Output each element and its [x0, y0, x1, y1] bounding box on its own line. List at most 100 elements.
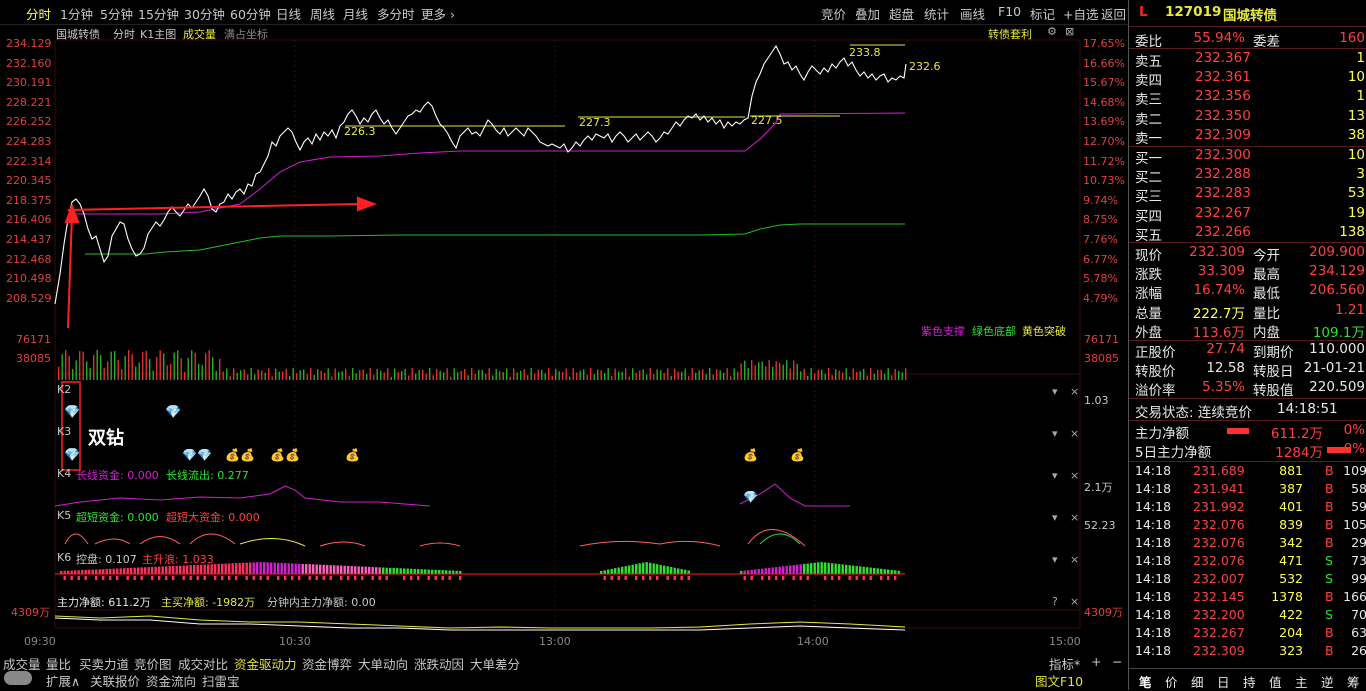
detail-tab[interactable]: 细	[1191, 672, 1204, 691]
k6-label[interactable]: K6	[57, 551, 71, 564]
stat-value: 222.7万	[1192, 305, 1245, 322]
k6-bar	[417, 569, 420, 574]
volume-bar	[828, 368, 830, 380]
volume-bar	[873, 373, 875, 380]
k6-bar	[235, 576, 238, 580]
period-tab-more[interactable]: 更多 ›	[421, 4, 455, 23]
stat-value: 16.74%	[1193, 282, 1245, 299]
volume-bar	[705, 374, 707, 380]
k3-close-icon[interactable]: ×	[1070, 427, 1079, 440]
k2-value: 1.03	[1084, 394, 1109, 407]
related-quotes-button[interactable]: 关联报价	[90, 671, 140, 690]
overlay-button[interactable]: 叠加	[855, 4, 880, 23]
period-tab-60min[interactable]: 60分钟	[230, 4, 271, 23]
period-tab-30min[interactable]: 30分钟	[184, 4, 225, 23]
add-indicator-icon[interactable]: +	[1091, 654, 1101, 669]
f10-button[interactable]: F10	[998, 4, 1021, 19]
minesweeper-button[interactable]: 扫雷宝	[202, 671, 240, 690]
detail-tab[interactable]: 值	[1269, 672, 1282, 691]
annotation-226-3: 226.3	[344, 125, 376, 138]
k6-bar	[403, 576, 406, 580]
period-tab-monthly[interactable]: 月线	[343, 4, 368, 23]
k6-bar	[228, 563, 231, 574]
period-tab-weekly[interactable]: 周线	[310, 4, 335, 23]
period-tab-realtime[interactable]: 分时	[26, 4, 51, 23]
fund-flow-button[interactable]: 资金流向	[146, 671, 196, 690]
volume-bar	[744, 360, 746, 380]
tab-fund-drive[interactable]: 资金驱动力	[234, 654, 297, 673]
k6-bar	[459, 576, 462, 580]
k5-label[interactable]: K5	[57, 509, 71, 522]
back-button[interactable]: 返回	[1101, 4, 1126, 23]
k4-close-icon[interactable]: ×	[1070, 469, 1079, 482]
stat-row: 涨幅 16.74% 最低 206.560	[1129, 282, 1366, 302]
k4-dropdown-icon[interactable]: ▾	[1052, 469, 1058, 482]
k5-dropdown-icon[interactable]: ▾	[1052, 511, 1058, 524]
tab-big-order-diff[interactable]: 大单差分	[470, 654, 520, 673]
k3-dropdown-icon[interactable]: ▾	[1052, 427, 1058, 440]
period-tab-daily[interactable]: 日线	[276, 4, 301, 23]
main-net-flow-line	[54, 615, 906, 629]
remove-indicator-icon[interactable]: −	[1112, 654, 1122, 669]
f10-graphic-button[interactable]: 图文F10	[1035, 671, 1083, 690]
expand-button[interactable]: 扩展∧	[46, 671, 80, 690]
flow-close-icon[interactable]: ×	[1070, 595, 1079, 608]
detail-tab[interactable]: 筹	[1347, 672, 1360, 691]
k1-main-chart-button[interactable]: K1主图	[140, 26, 176, 42]
k6-close-icon[interactable]: ×	[1070, 553, 1079, 566]
detail-tab[interactable]: 逆	[1321, 672, 1334, 691]
mark-button[interactable]: 标记	[1030, 4, 1055, 23]
k2-label[interactable]: K2	[57, 383, 71, 396]
bond-arbitrage-link[interactable]: 转债套利	[988, 26, 1032, 42]
k2-close-icon[interactable]: ×	[1070, 385, 1079, 398]
left-axis-tick: 220.345	[6, 174, 52, 188]
k5-close-icon[interactable]: ×	[1070, 511, 1079, 524]
close-chart-icon[interactable]: ⊠	[1065, 25, 1074, 38]
k6-bar	[806, 576, 809, 580]
stats-button[interactable]: 统计	[924, 4, 949, 23]
detail-tab[interactable]: 日	[1217, 672, 1230, 691]
flow-help-icon[interactable]: ?	[1052, 595, 1058, 608]
detail-tab[interactable]: 价	[1165, 672, 1178, 691]
detail-tab[interactable]: 持	[1243, 672, 1256, 691]
k6-bar	[866, 567, 869, 574]
detail-tab[interactable]: 主	[1295, 672, 1308, 691]
right-axis-tick: 10.73%	[1083, 174, 1125, 188]
tab-change-reason[interactable]: 涨跌动因	[414, 654, 464, 673]
tab-fund-game[interactable]: 资金博弈	[302, 654, 352, 673]
k6-bar	[799, 564, 802, 574]
period-tab-multi[interactable]: 多分时	[377, 4, 415, 23]
volume-overlay-button[interactable]: 成交量	[183, 26, 216, 42]
k6-dropdown-icon[interactable]: ▾	[1052, 553, 1058, 566]
k6-bar	[154, 566, 157, 574]
volume-bar	[317, 369, 319, 380]
volume-bar	[863, 368, 865, 380]
k4-label[interactable]: K4	[57, 467, 71, 480]
settings-icon[interactable]: ⚙	[1047, 25, 1057, 38]
draw-line-button[interactable]: 画线	[960, 4, 985, 23]
k6-bar	[382, 567, 385, 574]
tab-big-order[interactable]: 大单动向	[358, 654, 408, 673]
detail-tab[interactable]: 笔	[1139, 672, 1152, 691]
period-tab-1min[interactable]: 1分钟	[60, 4, 93, 23]
k6-bar	[238, 562, 241, 574]
k6-bar	[378, 567, 381, 574]
k6-bar	[172, 565, 175, 574]
expand-toggle[interactable]	[4, 671, 32, 685]
k2-dropdown-icon[interactable]: ▾	[1052, 385, 1058, 398]
period-tab-5min[interactable]: 5分钟	[100, 4, 133, 23]
full-axis-button[interactable]: 满占坐标	[224, 26, 268, 42]
period-tab-15min[interactable]: 15分钟	[138, 4, 179, 23]
auction-button[interactable]: 竞价	[821, 4, 846, 23]
volume-bar	[369, 368, 371, 380]
volume-bar	[208, 350, 210, 380]
legend-green-bottom: 绿色底部	[972, 325, 1016, 338]
left-axis-tick: 224.283	[6, 135, 52, 148]
volume-bar	[544, 373, 546, 380]
k3-label[interactable]: K3	[57, 425, 71, 438]
volume-bar	[887, 368, 889, 380]
k6-bar	[109, 568, 112, 574]
super-button[interactable]: 超盘	[889, 4, 914, 23]
add-watchlist-button[interactable]: +自选	[1063, 4, 1098, 23]
flow-main-buy: 主买净额: -1982万	[161, 596, 256, 609]
